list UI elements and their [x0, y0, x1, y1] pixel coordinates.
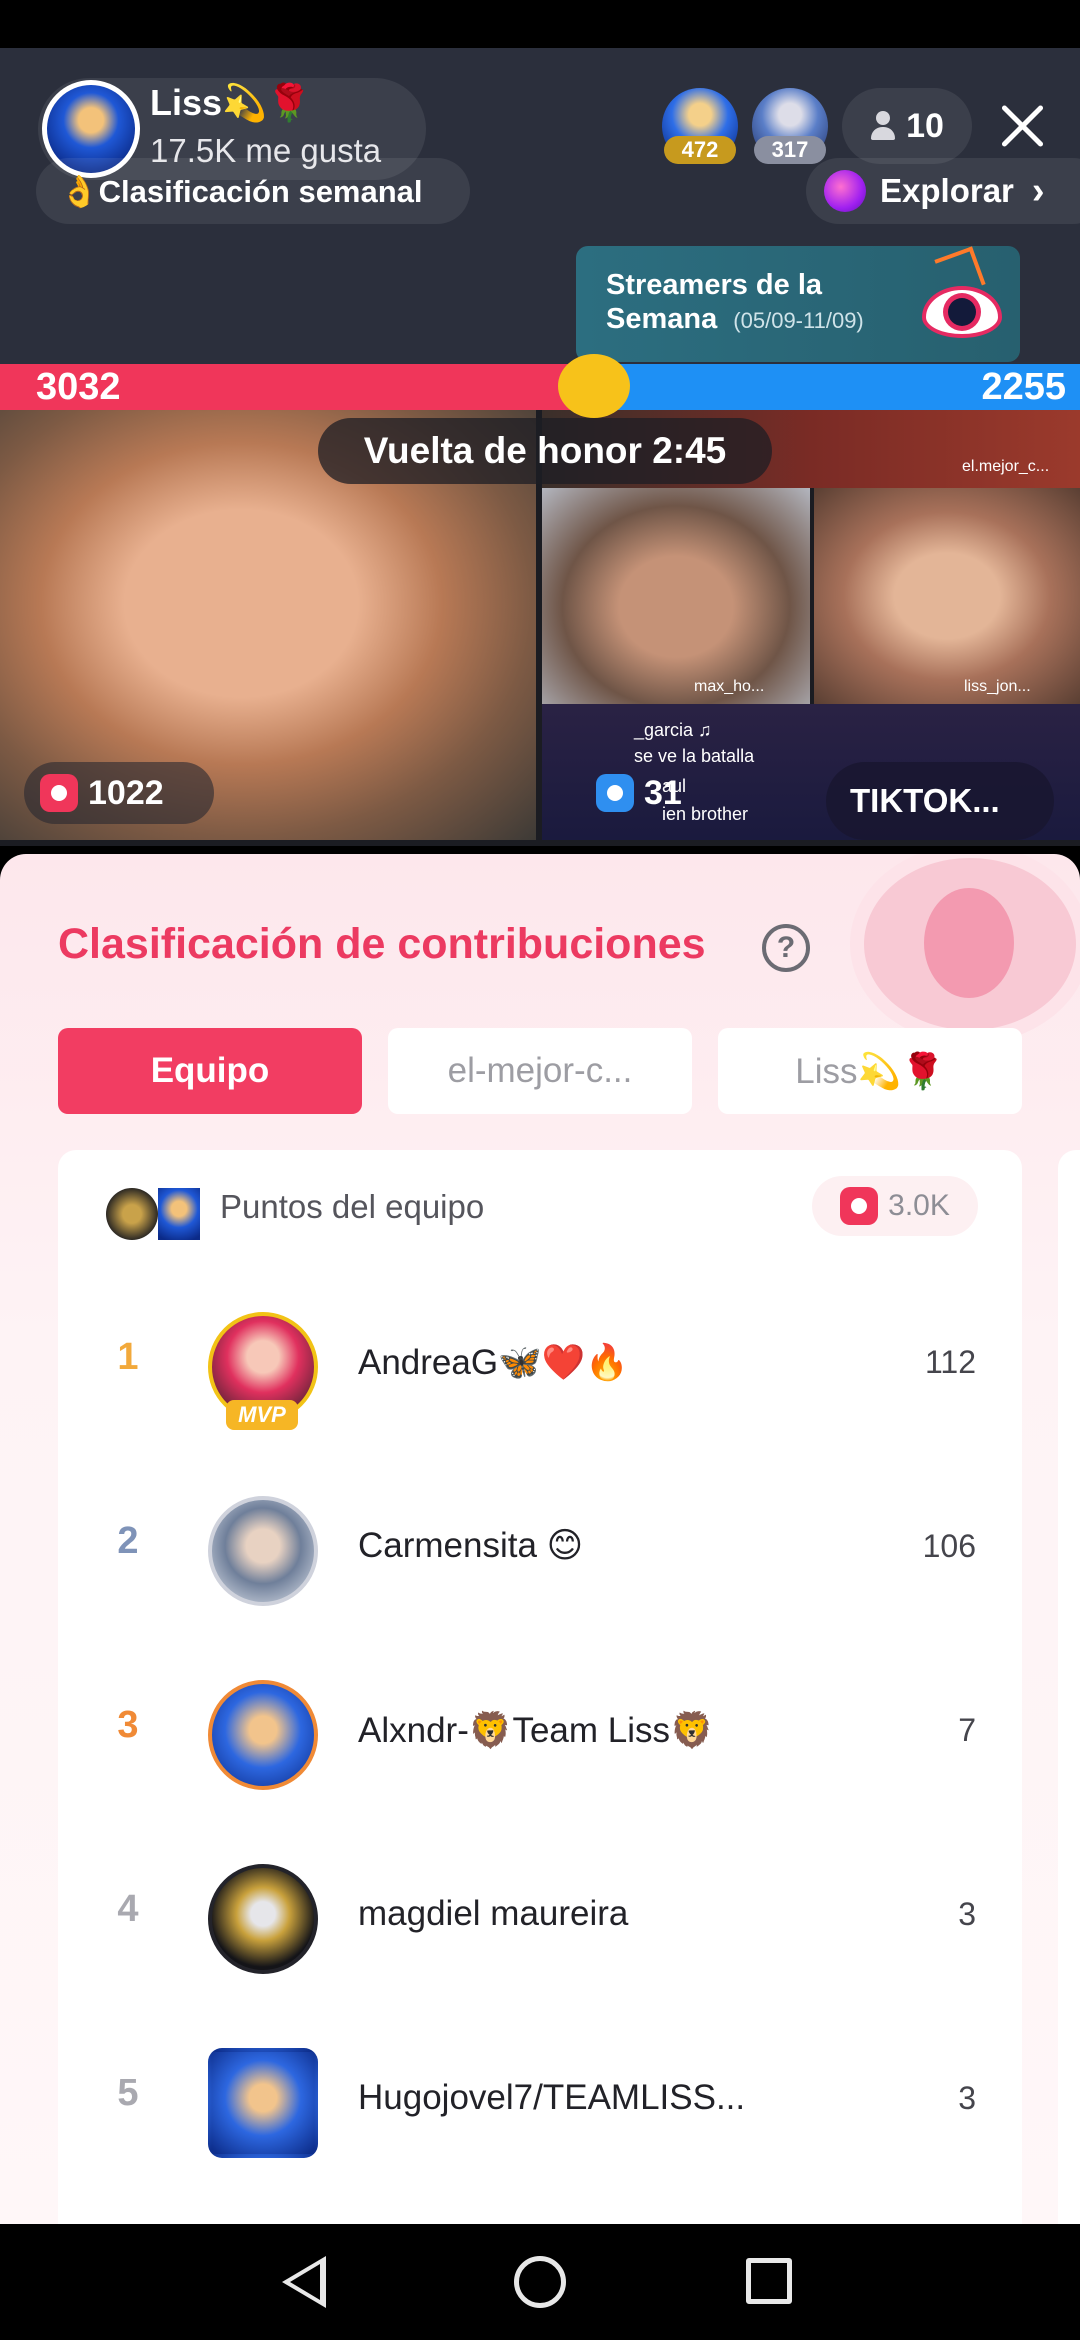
streamers-of-week-banner[interactable]: Streamers de la Semana (05/09-11/09)	[576, 246, 1020, 362]
gift-icon	[596, 774, 634, 812]
gift-icon	[40, 774, 78, 812]
nav-recents-icon[interactable]	[746, 2258, 792, 2304]
live-header: Liss💫🌹 17.5K me gusta 472 317 10 👌Clasif…	[0, 48, 1080, 364]
nav-home-icon[interactable]	[514, 2256, 566, 2308]
status-bar	[0, 0, 1080, 48]
explore-label: Explorar	[880, 172, 1014, 209]
user-name: magdiel maureira	[358, 1894, 629, 1933]
user-name: Carmensita 😊	[358, 1526, 584, 1565]
tile-label-1: el.mejor_c...	[962, 458, 1050, 475]
right-gift-count: 31	[644, 773, 682, 812]
right-gift-counter[interactable]: 31	[580, 762, 690, 824]
rank-number: 2	[117, 1520, 139, 1562]
user-name: AndreaG🦋❤️🔥	[358, 1343, 629, 1382]
contribution-ranking-panel: Clasificación de contribuciones ? Equipo…	[0, 854, 1080, 2224]
user-score: 106	[922, 1528, 976, 1564]
ranking-row[interactable]: 2 Carmensita 😊 106	[58, 1490, 1022, 1610]
team-points-label: Puntos del equipo	[220, 1188, 485, 1225]
person-icon	[870, 111, 896, 141]
close-icon[interactable]	[996, 100, 1048, 152]
opponent-video-tile-2[interactable]: liss_jon...	[814, 488, 1080, 704]
planet-icon	[824, 170, 866, 212]
team-points-badge: 3.0K	[812, 1176, 978, 1236]
left-team-score: 3032	[36, 366, 121, 408]
top-viewer-badge-2: 317	[754, 136, 826, 164]
team-points-value: 3.0K	[888, 1189, 950, 1222]
next-page-card	[1058, 1150, 1080, 2224]
left-gift-counter[interactable]: 1022	[24, 762, 214, 824]
help-icon[interactable]: ?	[762, 924, 810, 972]
rank-number: 1	[117, 1336, 139, 1378]
avatar[interactable]	[208, 2048, 318, 2158]
emoji-face-icon	[558, 354, 630, 418]
right-team-score: 2255	[981, 366, 1066, 408]
left-gift-count: 1022	[88, 773, 164, 812]
ranking-row[interactable]: 1 MVP AndreaG🦋❤️🔥 112	[58, 1306, 1022, 1430]
user-name: Hugojovel7/TEAMLISS...	[358, 2078, 746, 2117]
eye-icon	[922, 286, 1002, 338]
team-avatars	[106, 1188, 206, 1240]
tile-label-2: max_ho...	[694, 678, 765, 695]
panel-title: Clasificación de contribuciones	[58, 920, 706, 968]
chat-line-1: _garcia ♫	[634, 720, 712, 740]
user-score: 7	[958, 1712, 976, 1748]
explore-button[interactable]: Explorar ›	[806, 158, 1080, 224]
shield-decoration	[850, 854, 1080, 1044]
tab-host[interactable]: Liss💫🌹	[718, 1028, 1022, 1114]
ranking-row[interactable]: 4 magdiel maureira 3	[58, 1858, 1022, 1978]
host-name: Liss💫🌹	[150, 82, 312, 123]
nav-back-icon[interactable]	[282, 2256, 326, 2308]
opponent-name-pill[interactable]: TIKTOK...	[826, 762, 1054, 840]
avatar[interactable]	[208, 1496, 318, 1606]
avatar[interactable]	[208, 1864, 318, 1974]
tab-opponent[interactable]: el-mejor-c...	[388, 1028, 692, 1114]
ranking-row[interactable]: 5 Hugojovel7/TEAMLISS... 3	[58, 2042, 1022, 2162]
rank-number: 5	[117, 2072, 139, 2114]
ranking-row[interactable]: 3 Alxndr-🦁Team Liss🦁 7	[58, 1674, 1022, 1794]
android-nav-bar	[0, 2224, 1080, 2340]
viewer-count: 10	[906, 106, 944, 145]
user-name: Alxndr-🦁Team Liss🦁	[358, 1711, 714, 1750]
avatar[interactable]	[208, 1680, 318, 1790]
chevron-right-icon: ›	[1031, 169, 1045, 212]
rank-number: 4	[117, 1888, 139, 1930]
opponent-video-tile-1[interactable]: max_ho...	[542, 488, 810, 704]
user-score: 112	[924, 1344, 976, 1380]
weekly-ranking-label: 👌Clasificación semanal	[60, 173, 423, 209]
mvp-badge: MVP	[226, 1400, 298, 1430]
rank-number: 3	[117, 1704, 139, 1746]
gift-icon	[840, 1187, 879, 1225]
streamers-dates: (05/09-11/09)	[733, 308, 864, 333]
streamers-title: Streamers de la Semana (05/09-11/09)	[606, 269, 864, 335]
tab-team[interactable]: Equipo	[58, 1028, 362, 1114]
user-score: 3	[958, 2080, 976, 2116]
ranking-list: Puntos del equipo 3.0K 1 MVP AndreaG🦋❤️🔥…	[58, 1150, 1022, 2224]
weekly-ranking-button[interactable]: 👌Clasificación semanal	[36, 158, 470, 224]
viewer-count-button[interactable]: 10	[842, 88, 972, 164]
honor-lap-timer: Vuelta de honor 2:45	[318, 418, 772, 484]
battle-score-bar: 3032 2255	[0, 364, 1080, 410]
tile-label-3: liss_jon...	[964, 678, 1031, 695]
user-score: 3	[958, 1896, 976, 1932]
top-viewer-badge-1: 472	[664, 136, 736, 164]
